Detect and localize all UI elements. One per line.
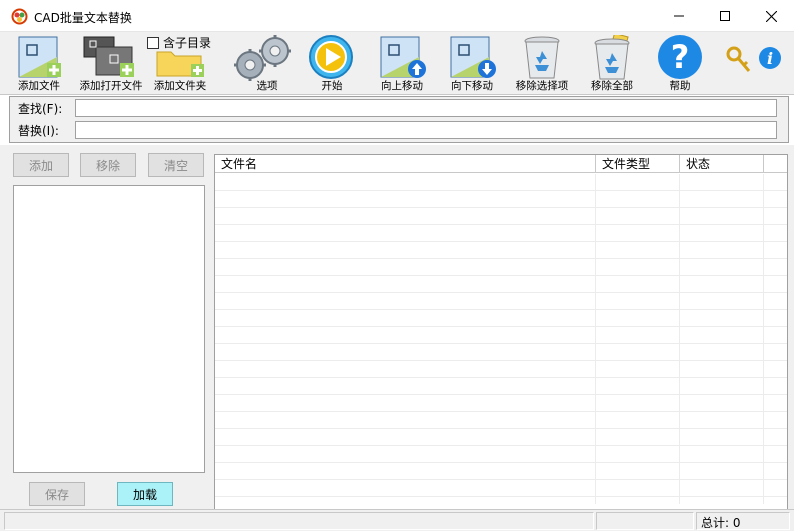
- find-replace-panel: 查找(F): 替换(I):: [9, 96, 789, 143]
- table-header: 文件名 文件类型 状态: [215, 155, 787, 173]
- add-opened-file-label: 添加打开文件: [79, 80, 143, 92]
- column-header-filetype[interactable]: 文件类型: [596, 155, 680, 173]
- full-recycle-bin-icon: [594, 35, 630, 80]
- add-file-button[interactable]: 添加文件: [12, 32, 66, 94]
- remove-button[interactable]: 移除: [80, 153, 136, 177]
- move-up-icon: [380, 36, 426, 78]
- play-icon: [309, 35, 353, 79]
- keyword-list[interactable]: [13, 185, 205, 473]
- move-down-label: 向下移动: [451, 80, 493, 92]
- help-button[interactable]: ? 帮助: [652, 32, 708, 94]
- options-label: 选项: [256, 80, 278, 92]
- svg-text:?: ?: [671, 38, 690, 76]
- column-header-status[interactable]: 状态: [680, 155, 764, 173]
- empty-table-row: [215, 259, 787, 276]
- save-button[interactable]: 保存: [29, 482, 85, 506]
- empty-table-row: [215, 191, 787, 208]
- move-down-icon: [450, 36, 496, 78]
- status-bar: 总计: 0: [0, 509, 794, 531]
- total-count: 总计: 0: [701, 516, 741, 530]
- minimize-icon: [674, 15, 684, 17]
- empty-table-row: [215, 378, 787, 395]
- status-cell-middle: [596, 512, 694, 530]
- move-up-button[interactable]: 向上移动: [374, 32, 430, 94]
- add-file-label: 添加文件: [18, 80, 60, 92]
- close-button[interactable]: [748, 0, 794, 32]
- add-opened-file-icon: [83, 36, 134, 77]
- empty-table-row: [215, 344, 787, 361]
- empty-table-row: [215, 276, 787, 293]
- empty-table-row: [215, 293, 787, 310]
- toolbar: 添加文件 添加打开文件 含子目录 添加文件夹 选项 开始 向上移动 向下移动 移…: [0, 32, 794, 95]
- column-divider: [679, 174, 680, 504]
- title-bar: CAD批量文本替换: [0, 0, 794, 32]
- replace-label: 替换(I):: [18, 124, 59, 138]
- info-icon[interactable]: i: [758, 46, 782, 70]
- replace-input[interactable]: [75, 121, 777, 139]
- empty-table-row: [215, 395, 787, 412]
- add-file-icon: [18, 36, 61, 78]
- move-up-label: 向上移动: [381, 80, 423, 92]
- column-header-filename[interactable]: 文件名: [215, 155, 596, 173]
- empty-table-row: [215, 225, 787, 242]
- remove-all-label: 移除全部: [591, 80, 633, 92]
- empty-table-row: [215, 429, 787, 446]
- clear-button[interactable]: 清空: [148, 153, 204, 177]
- add-folder-label: 添加文件夹: [153, 80, 207, 92]
- column-divider: [595, 174, 596, 504]
- close-icon: [765, 10, 777, 22]
- add-button[interactable]: 添加: [13, 153, 69, 177]
- app-logo-icon: [11, 8, 28, 25]
- options-button[interactable]: 选项: [228, 32, 300, 94]
- help-icon: ?: [658, 35, 702, 79]
- find-input[interactable]: [75, 99, 777, 117]
- status-cell-main: [4, 512, 594, 530]
- main-area: 添加 移除 清空 保存 加载 文件名 文件类型 状态: [0, 145, 794, 510]
- column-divider: [763, 174, 764, 504]
- add-opened-file-button[interactable]: 添加打开文件: [76, 32, 146, 94]
- empty-table-row: [215, 463, 787, 480]
- start-label: 开始: [321, 80, 343, 92]
- file-table[interactable]: 文件名 文件类型 状态: [214, 154, 788, 510]
- recycle-bin-icon: [524, 36, 560, 79]
- gears-icon: [234, 35, 291, 81]
- empty-table-row: [215, 412, 787, 429]
- remove-selected-label: 移除选择项: [515, 80, 569, 92]
- remove-selected-button[interactable]: 移除选择项: [510, 32, 574, 94]
- load-button[interactable]: 加载: [117, 482, 173, 506]
- find-label: 查找(F):: [18, 102, 63, 116]
- add-folder-button[interactable]: 添加文件夹: [150, 32, 210, 94]
- move-down-button[interactable]: 向下移动: [444, 32, 500, 94]
- minimize-button[interactable]: [656, 0, 702, 32]
- empty-table-row: [215, 174, 787, 191]
- empty-table-row: [215, 446, 787, 463]
- empty-table-row: [215, 208, 787, 225]
- empty-table-row: [215, 361, 787, 378]
- empty-table-row: [215, 310, 787, 327]
- empty-table-row: [215, 480, 787, 497]
- maximize-button[interactable]: [702, 0, 748, 32]
- svg-text:i: i: [767, 49, 773, 68]
- folder-icon: [156, 51, 204, 77]
- status-cell-total: 总计: 0: [696, 512, 790, 530]
- start-button[interactable]: 开始: [304, 32, 360, 94]
- help-label: 帮助: [669, 80, 691, 92]
- key-icon[interactable]: [726, 46, 752, 74]
- maximize-icon: [720, 11, 730, 21]
- remove-all-button[interactable]: 移除全部: [582, 32, 642, 94]
- table-body[interactable]: [215, 174, 787, 504]
- empty-table-row: [215, 242, 787, 259]
- window-title: CAD批量文本替换: [34, 11, 132, 25]
- empty-table-row: [215, 327, 787, 344]
